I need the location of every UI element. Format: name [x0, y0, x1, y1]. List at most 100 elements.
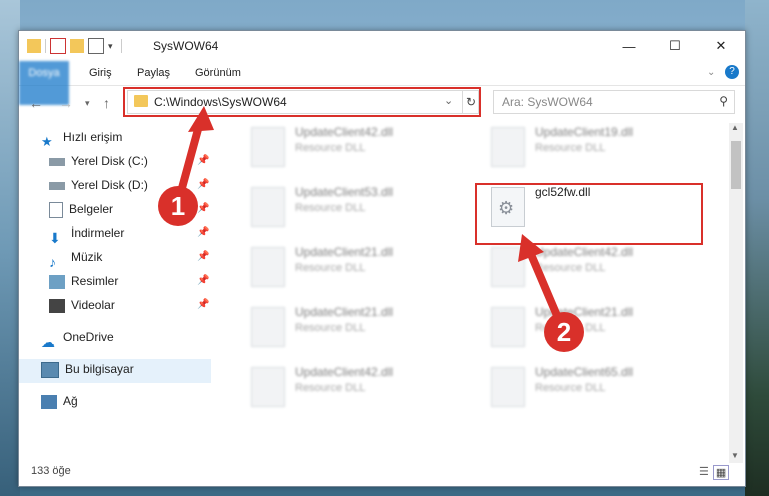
status-item-count: 133 öğe: [31, 465, 71, 477]
explorer-window: ▾ SysWOW64 — ☐ ✕ Dosya Giriş Paylaş Görü…: [18, 30, 746, 487]
file-name: UpdateClient19.dll: [535, 125, 634, 139]
drive-icon: [49, 181, 65, 190]
pin-icon[interactable]: 📌: [197, 227, 209, 238]
view-toggle: ☰ ▦: [699, 465, 730, 480]
pin-icon[interactable]: 📌: [197, 155, 209, 166]
callout-badge-2: 2: [544, 312, 584, 352]
details-view-icon[interactable]: ☰: [699, 465, 709, 480]
nav-item-label: Ağ: [63, 394, 78, 408]
scroll-down-icon[interactable]: ▼: [731, 451, 739, 460]
music-icon: ♪: [49, 253, 56, 270]
list-item[interactable]: UpdateClient42.dll Resource DLL: [479, 243, 679, 287]
highlight-box-target-file: [475, 183, 703, 245]
nav-item-drive-d[interactable]: Yerel Disk (D:): [49, 174, 148, 196]
dll-file-icon: [491, 247, 525, 287]
file-name: UpdateClient53.dll: [295, 185, 394, 199]
pin-icon[interactable]: 📌: [197, 179, 209, 190]
file-name: UpdateClient42.dll: [295, 125, 394, 139]
maximize-button[interactable]: ☐: [652, 31, 698, 61]
close-button[interactable]: ✕: [698, 31, 744, 61]
nav-item-quick-access[interactable]: ★ Hızlı erişim: [41, 126, 123, 149]
tab-share[interactable]: Paylaş: [137, 61, 170, 85]
document-icon: [49, 201, 63, 218]
nav-item-label: OneDrive: [63, 330, 114, 344]
pictures-icon: [49, 274, 65, 289]
nav-item-pictures[interactable]: Resimler: [49, 270, 118, 292]
tab-home[interactable]: Giriş: [89, 61, 112, 85]
list-item[interactable]: UpdateClient42.dll Resource DLL: [239, 123, 439, 167]
file-type: Resource DLL: [295, 382, 366, 394]
nav-item-downloads[interactable]: ⬇ İndirmeler: [49, 222, 125, 246]
dll-file-icon: [251, 127, 285, 167]
nav-item-this-pc[interactable]: Bu bilgisayar: [41, 358, 134, 380]
computer-icon: [41, 361, 59, 378]
file-type: Resource DLL: [535, 382, 606, 394]
folder-icon: [27, 39, 41, 53]
vertical-scrollbar[interactable]: ▲ ▼: [729, 123, 743, 463]
scrollbar-thumb[interactable]: [731, 141, 741, 189]
title-bar: ▾ SysWOW64 — ☐ ✕: [19, 31, 745, 61]
forward-arrow-icon[interactable]: →: [59, 95, 73, 111]
minimize-button[interactable]: —: [606, 31, 652, 61]
ribbon: Dosya Giriş Paylaş Görünüm ⌄ ?: [19, 61, 745, 105]
file-name: UpdateClient21.dll: [295, 305, 394, 319]
nav-item-label: Yerel Disk (C:): [71, 154, 148, 168]
dll-file-icon: [491, 367, 525, 407]
nav-item-network[interactable]: Ağ: [41, 390, 78, 412]
chevron-down-icon[interactable]: ▾: [85, 98, 90, 109]
file-name: UpdateClient21.dll: [295, 245, 394, 259]
file-type: Resource DLL: [295, 202, 366, 214]
cloud-icon: ☁: [41, 333, 55, 350]
nav-item-videos[interactable]: Videolar: [49, 294, 115, 316]
back-arrow-icon[interactable]: ←: [29, 95, 43, 111]
file-type: Resource DLL: [295, 262, 366, 274]
pin-icon[interactable]: 📌: [197, 203, 209, 214]
up-arrow-icon[interactable]: ↑: [103, 95, 110, 111]
customize-icon[interactable]: [88, 38, 104, 54]
chevron-down-icon[interactable]: ⌄: [707, 61, 715, 85]
large-icons-view-icon[interactable]: ▦: [712, 465, 730, 480]
file-type: Resource DLL: [535, 142, 606, 154]
desktop-background-right: [745, 0, 769, 496]
help-icon[interactable]: ?: [725, 65, 739, 79]
tab-view[interactable]: Görünüm: [195, 61, 241, 85]
list-item[interactable]: UpdateClient42.dll Resource DLL: [239, 363, 439, 407]
chevron-down-icon[interactable]: ▾: [108, 41, 113, 52]
dll-file-icon: [491, 307, 525, 347]
pin-icon[interactable]: 📌: [197, 251, 209, 262]
network-icon: [41, 394, 57, 409]
nav-item-documents[interactable]: Belgeler: [49, 198, 113, 220]
nav-item-label: Hızlı erişim: [63, 130, 123, 144]
search-input[interactable]: Ara: SysWOW64 ⚲: [493, 90, 735, 114]
pin-icon[interactable]: 📌: [197, 275, 209, 286]
list-item[interactable]: UpdateClient21.dll Resource DLL: [239, 303, 439, 347]
new-folder-icon[interactable]: [70, 39, 84, 53]
highlight-box-address: [123, 87, 481, 117]
list-item[interactable]: UpdateClient53.dll Resource DLL: [239, 183, 439, 227]
nav-item-label: Belgeler: [69, 202, 114, 216]
nav-item-music[interactable]: ♪ Müzik: [49, 246, 103, 270]
file-list: UpdateClient42.dll Resource DLL UpdateCli…: [229, 123, 729, 453]
properties-icon[interactable]: [50, 38, 66, 54]
file-name: UpdateClient65.dll: [535, 365, 634, 379]
nav-item-label: İndirmeler: [71, 226, 125, 240]
download-icon: ⬇: [49, 229, 61, 246]
list-item[interactable]: UpdateClient21.dll Resource DLL: [239, 243, 439, 287]
callout-badge-1: 1: [158, 186, 198, 226]
scroll-up-icon[interactable]: ▲: [731, 123, 739, 132]
file-name: UpdateClient42.dll: [535, 245, 634, 259]
dll-file-icon: [251, 367, 285, 407]
list-item[interactable]: UpdateClient19.dll Resource DLL: [479, 123, 679, 167]
nav-item-label: Resimler: [71, 274, 119, 288]
nav-item-label: Videolar: [71, 298, 115, 312]
nav-item-onedrive[interactable]: ☁ OneDrive: [41, 326, 114, 350]
list-item[interactable]: UpdateClient65.dll Resource DLL: [479, 363, 679, 407]
drive-icon: [49, 157, 65, 166]
nav-item-label: Müzik: [71, 250, 103, 264]
quick-access-toolbar: ▾: [27, 38, 122, 54]
dll-file-icon: [251, 307, 285, 347]
nav-item-drive-c[interactable]: Yerel Disk (C:): [49, 150, 148, 172]
pin-icon[interactable]: 📌: [197, 299, 209, 310]
navigation-pane: ★ Hızlı erişim Yerel Disk (C:) 📌 Yerel Di…: [19, 126, 211, 456]
separator: [120, 39, 122, 53]
